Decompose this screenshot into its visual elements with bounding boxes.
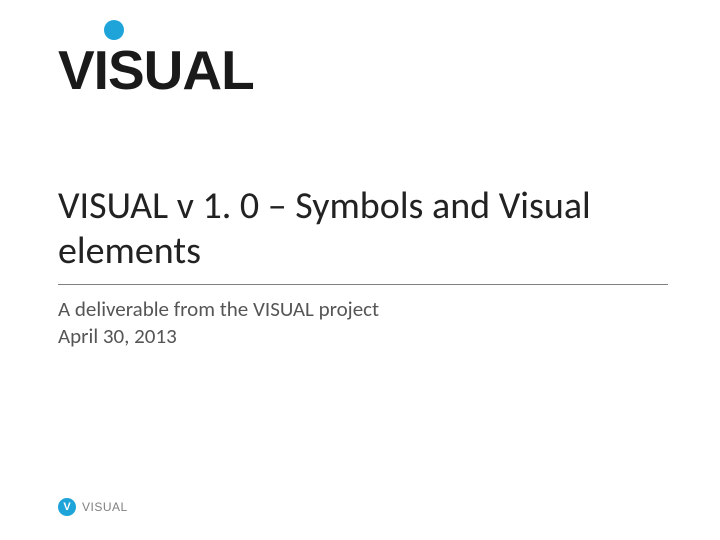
- title-divider: [58, 284, 668, 285]
- logo-top: VISUAL: [58, 38, 254, 102]
- footer-badge-icon: V: [58, 498, 76, 516]
- subtitle-line1: A deliverable from the VISUAL project: [58, 296, 379, 322]
- subtitle-date: April 30, 2013: [58, 323, 177, 349]
- footer: V VISUAL: [58, 498, 128, 516]
- logo-dot-icon: [104, 20, 124, 40]
- logo-text: VISUAL: [58, 38, 254, 102]
- page-title: VISUAL v 1. 0 – Symbols and Visual eleme…: [58, 184, 660, 274]
- footer-text: VISUAL: [82, 500, 128, 514]
